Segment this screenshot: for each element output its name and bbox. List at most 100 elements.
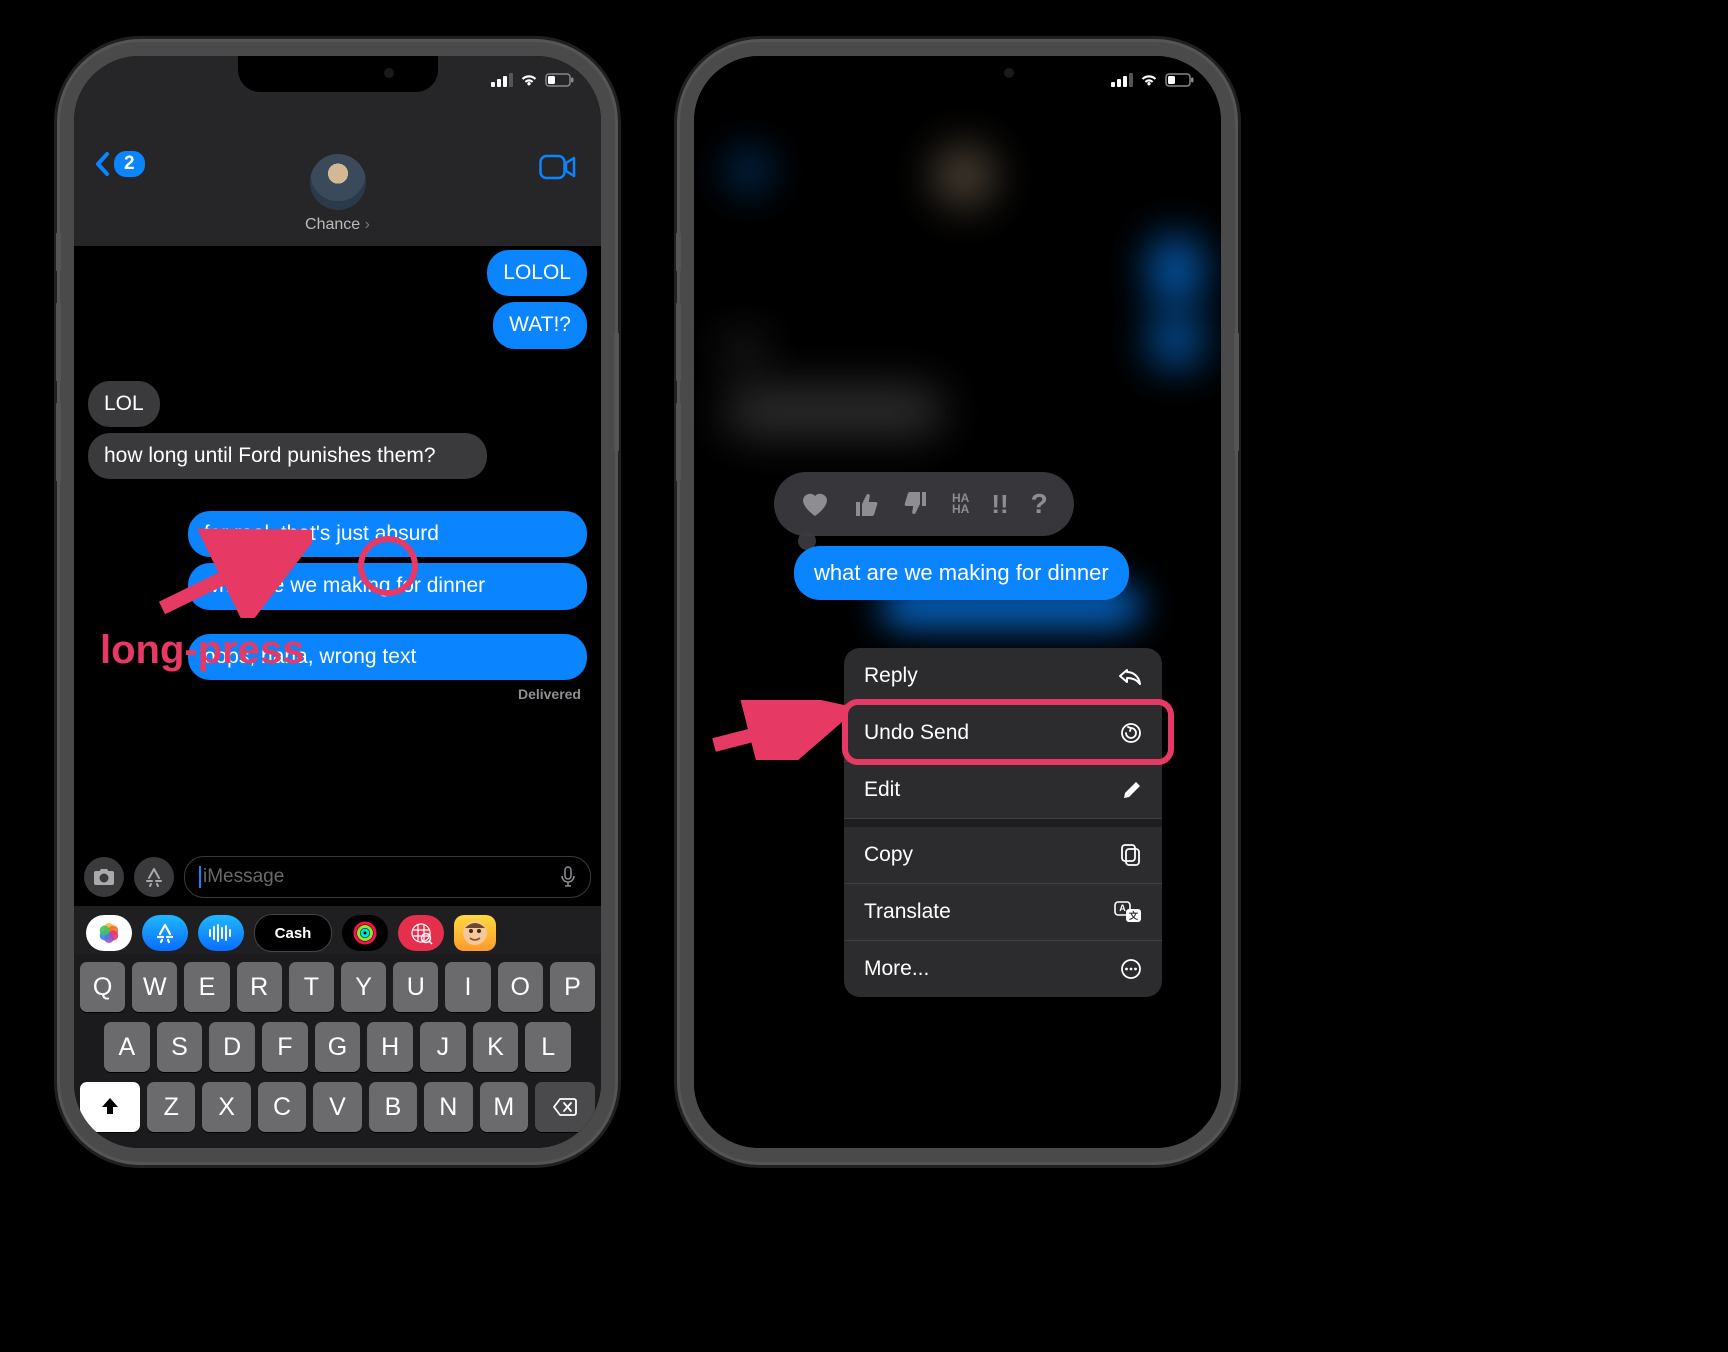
key[interactable]: W	[132, 962, 177, 1012]
annotation-arrow	[706, 700, 846, 760]
menu-translate[interactable]: Translate A文	[844, 884, 1162, 941]
unread-badge: 2	[114, 151, 145, 177]
menu-label: Edit	[864, 778, 900, 802]
menu-label: Translate	[864, 900, 951, 924]
focused-message-bubble[interactable]: what are we making for dinner	[794, 546, 1129, 600]
key[interactable]: B	[369, 1082, 417, 1132]
key[interactable]: L	[525, 1022, 571, 1072]
key[interactable]: E	[184, 962, 229, 1012]
received-bubble[interactable]: LOL	[88, 381, 160, 427]
key[interactable]: I	[445, 962, 490, 1012]
heart-icon	[800, 490, 830, 518]
key[interactable]: M	[480, 1082, 528, 1132]
compose-row: iMessage	[74, 850, 601, 906]
notch	[238, 56, 438, 92]
key[interactable]: H	[367, 1022, 413, 1072]
annotation-circle	[358, 536, 418, 596]
backspace-key[interactable]	[535, 1082, 595, 1132]
key[interactable]: D	[209, 1022, 255, 1072]
key[interactable]: S	[157, 1022, 203, 1072]
camera-icon	[92, 867, 116, 887]
audio-message-app-icon[interactable]	[198, 915, 244, 951]
menu-label: Reply	[864, 664, 918, 688]
cell-signal-icon	[491, 73, 513, 87]
key[interactable]: K	[473, 1022, 519, 1072]
annotation-label: long-press	[100, 628, 304, 673]
phone-left: 2 Chance › LOLOL WAT!? LOL how long unti…	[60, 42, 615, 1162]
menu-copy[interactable]: Copy	[844, 827, 1162, 884]
key[interactable]: O	[498, 962, 543, 1012]
dictation-icon[interactable]	[560, 866, 576, 888]
chevron-left-icon	[94, 151, 110, 177]
shift-icon	[99, 1096, 121, 1118]
reply-icon	[1118, 666, 1142, 686]
menu-label: More...	[864, 957, 929, 981]
key[interactable]: C	[258, 1082, 306, 1132]
keyboard-row-3: Z X C V B N M	[80, 1082, 595, 1132]
menu-more[interactable]: More...	[844, 941, 1162, 997]
key[interactable]: X	[202, 1082, 250, 1132]
menu-label: Copy	[864, 843, 913, 867]
key[interactable]: Q	[80, 962, 125, 1012]
menu-reply[interactable]: Reply	[844, 648, 1162, 705]
message-thread[interactable]: LOLOL WAT!? LOL how long until Ford puni…	[74, 234, 601, 768]
tapback-question[interactable]: ?	[1031, 488, 1048, 520]
app-drawer-button[interactable]	[134, 857, 174, 897]
notch	[858, 56, 1058, 92]
shift-key[interactable]	[80, 1082, 140, 1132]
key[interactable]: N	[424, 1082, 472, 1132]
tapback-bar: HA HA !! ?	[774, 472, 1074, 536]
key[interactable]: V	[313, 1082, 361, 1132]
more-icon	[1120, 958, 1142, 980]
thumbs-down-icon	[902, 490, 930, 518]
sent-bubble[interactable]: WAT!?	[493, 302, 587, 348]
tapback-exclaim[interactable]: !!	[991, 489, 1008, 520]
photos-app-icon[interactable]	[86, 915, 132, 951]
activity-app-icon[interactable]	[342, 915, 388, 951]
hashtag-images-app-icon[interactable]	[398, 915, 444, 951]
thumbs-up-icon	[852, 490, 880, 518]
contact-button[interactable]: Chance ›	[305, 154, 370, 234]
delivered-label: Delivered	[88, 686, 581, 702]
battery-icon	[545, 73, 575, 87]
svg-text:文: 文	[1128, 910, 1139, 921]
memoji-app-icon[interactable]	[454, 915, 496, 951]
key[interactable]: P	[550, 962, 595, 1012]
annotation-arrow	[152, 528, 312, 618]
copy-icon	[1120, 843, 1142, 867]
facetime-button[interactable]	[539, 154, 577, 180]
phone-right: HA HA !! ? what are we making for dinner…	[680, 42, 1235, 1162]
phone-right-screen: HA HA !! ? what are we making for dinner…	[694, 56, 1221, 1148]
key[interactable]: R	[237, 962, 282, 1012]
back-button[interactable]: 2	[94, 151, 145, 177]
wifi-icon	[1139, 73, 1159, 87]
facetime-icon	[539, 154, 577, 180]
key[interactable]: F	[262, 1022, 308, 1072]
key[interactable]: G	[315, 1022, 361, 1072]
sent-bubble[interactable]: LOLOL	[487, 250, 587, 296]
message-input[interactable]: iMessage	[184, 856, 591, 898]
key[interactable]: Z	[147, 1082, 195, 1132]
key[interactable]: A	[104, 1022, 150, 1072]
annotation-highlight-box	[842, 699, 1174, 765]
tapback-thumbs-down[interactable]	[902, 490, 930, 518]
tapback-heart[interactable]	[800, 490, 830, 518]
received-bubble[interactable]: how long until Ford punishes them?	[88, 433, 487, 479]
avatar	[310, 154, 366, 210]
placeholder: iMessage	[203, 866, 284, 887]
key[interactable]: Y	[341, 962, 386, 1012]
key[interactable]: U	[393, 962, 438, 1012]
tapback-thumbs-up[interactable]	[852, 490, 880, 518]
edit-icon	[1122, 780, 1142, 800]
keyboard[interactable]: Q W E R T Y U I O P A S D F G H	[74, 954, 601, 1148]
apple-cash-app-icon[interactable]: Cash	[254, 914, 332, 952]
app-store-app-icon[interactable]	[142, 915, 188, 951]
battery-icon	[1165, 73, 1195, 87]
app-store-icon	[143, 866, 165, 888]
menu-separator	[844, 819, 1162, 827]
menu-edit[interactable]: Edit	[844, 762, 1162, 819]
camera-button[interactable]	[84, 857, 124, 897]
tapback-haha[interactable]: HA HA	[952, 493, 969, 515]
key[interactable]: T	[289, 962, 334, 1012]
key[interactable]: J	[420, 1022, 466, 1072]
